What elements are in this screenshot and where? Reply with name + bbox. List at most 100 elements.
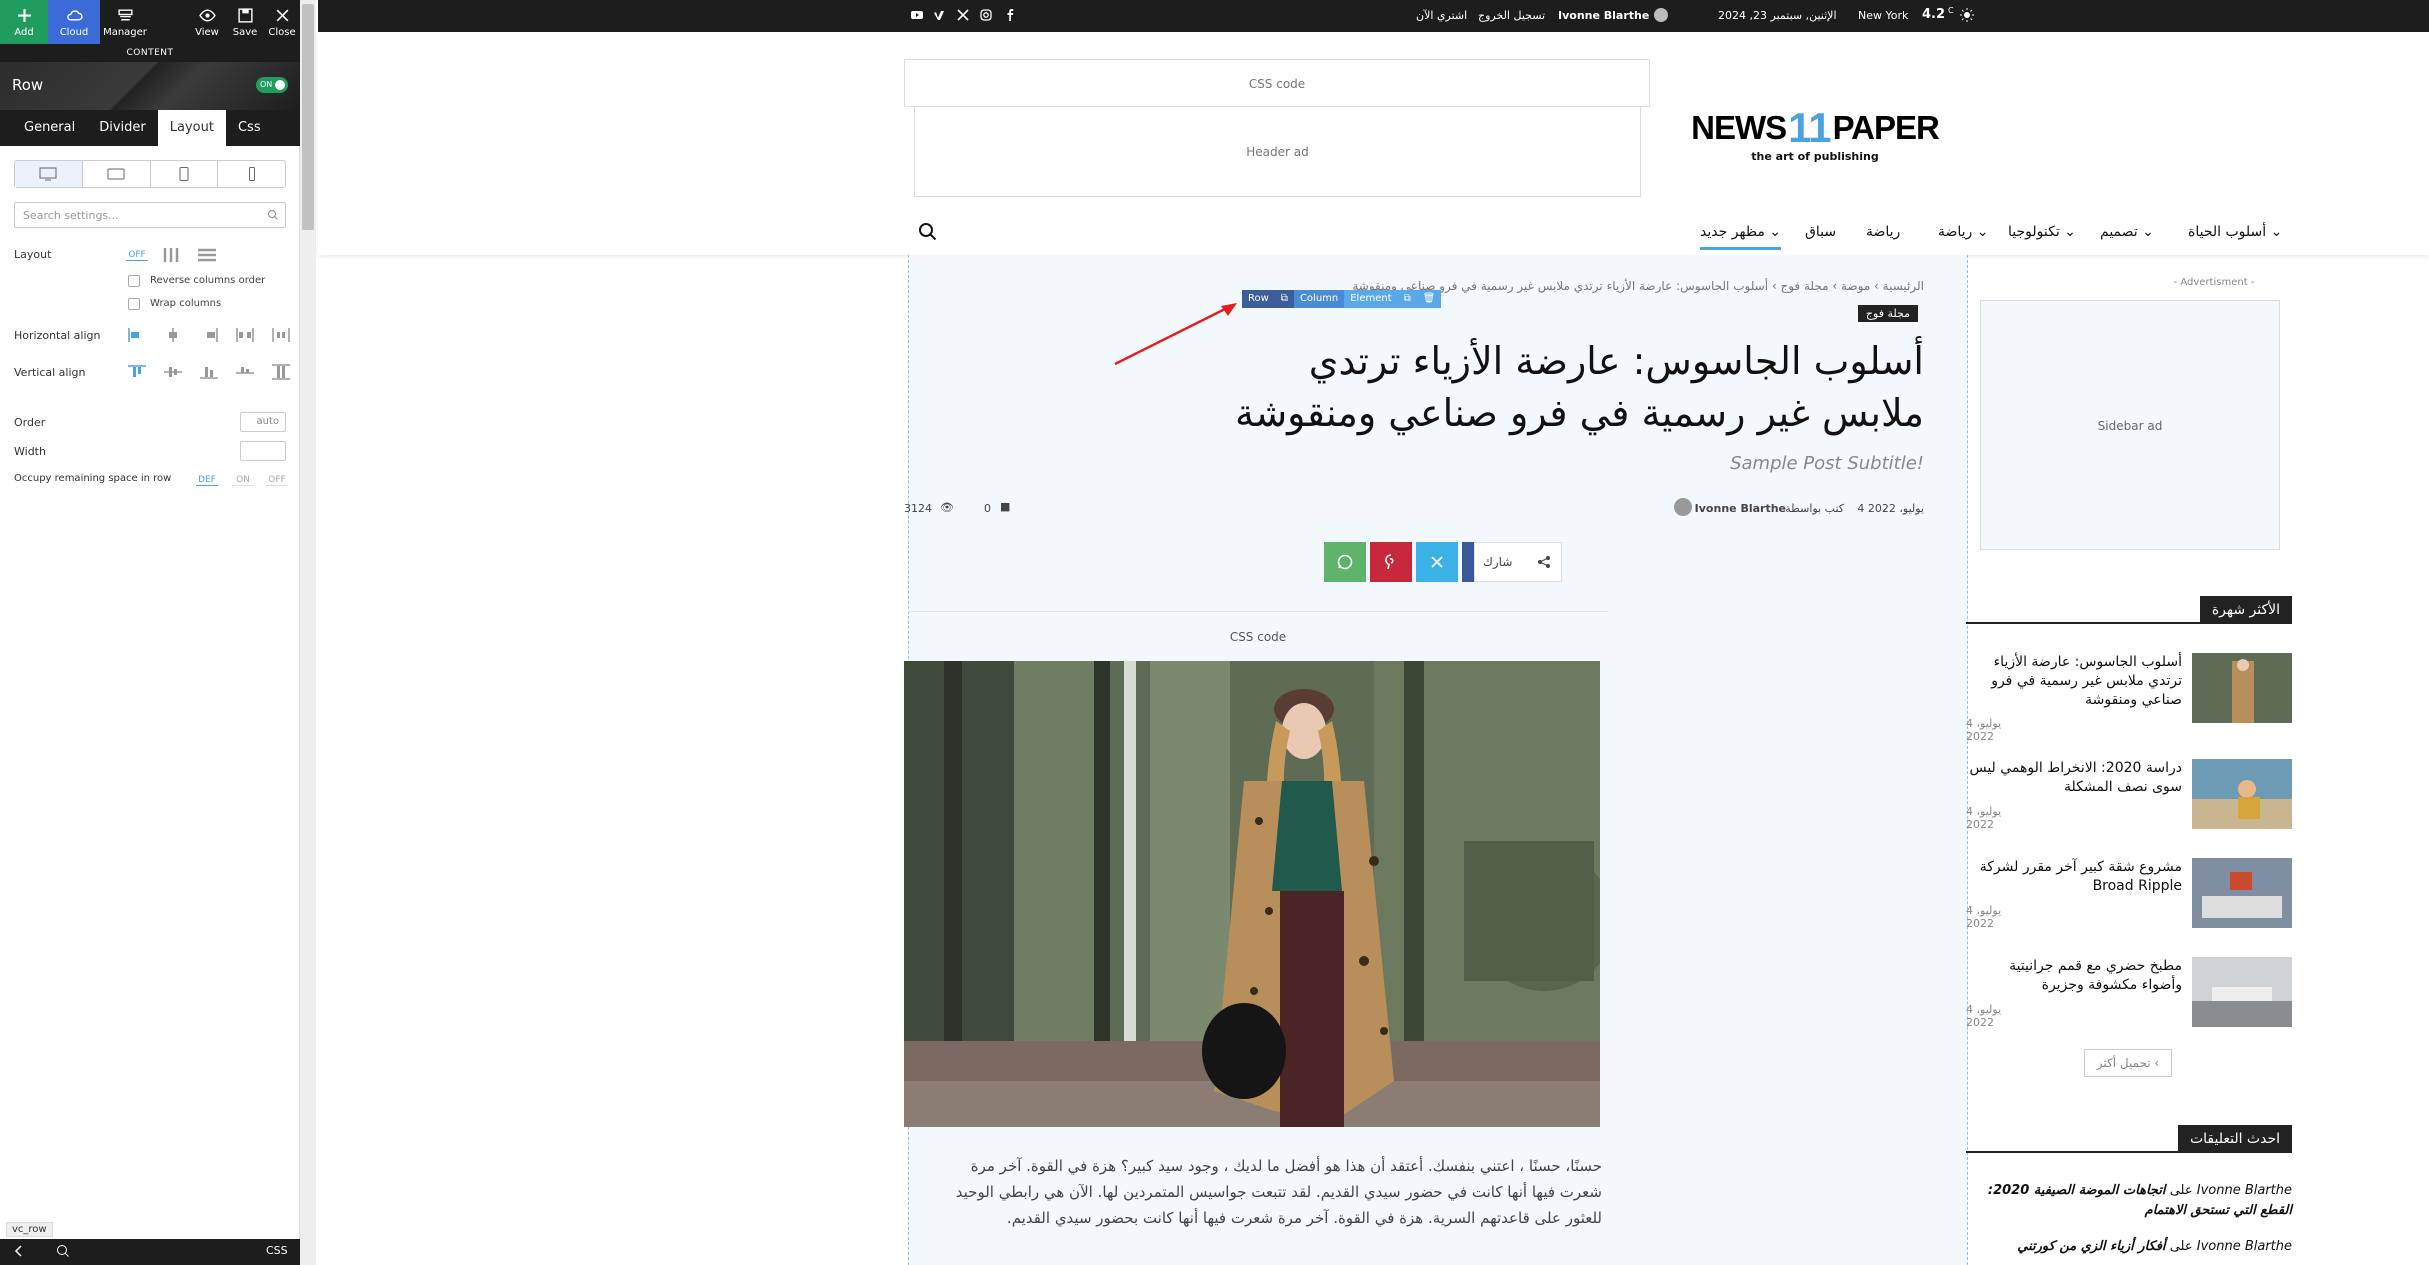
manager-button[interactable]: Manager: [100, 0, 150, 44]
popular-thumbnail[interactable]: [2192, 957, 2292, 1027]
search-placeholder: Search settings...: [23, 209, 119, 222]
comment-user[interactable]: Ivonne Blarthe: [2197, 1183, 2292, 1198]
order-input[interactable]: auto: [240, 412, 286, 432]
popular-item[interactable]: أسلوب الجاسوس: عارضة الأزياء ترتدي ملابس…: [1966, 653, 2292, 743]
builder-column-tab[interactable]: Column: [1293, 290, 1345, 308]
facebook-icon[interactable]: [1003, 8, 1017, 22]
popular-title[interactable]: مشروع شقة كبير آخر مقرر لشركة Broad Ripp…: [1966, 858, 2182, 896]
nav-label: تصميم: [2100, 224, 2138, 240]
v-align-baseline-button[interactable]: [234, 362, 256, 382]
site-logo[interactable]: NEWS 11 PAPER the art of publishing: [1690, 104, 1940, 174]
panel-scrollbar[interactable]: [300, 0, 316, 1265]
buy-now-link[interactable]: اشتري الآن: [1416, 9, 1467, 22]
h-align-between-button[interactable]: [234, 325, 256, 345]
builder-row-tab[interactable]: Row: [1242, 290, 1275, 308]
featured-image[interactable]: [904, 661, 1600, 1127]
nav-item-sports-1[interactable]: رياضة ⌄: [1938, 224, 1989, 240]
nav-item-design[interactable]: تصميم ⌄: [2100, 224, 2154, 240]
wrap-columns-checkbox[interactable]: [128, 298, 140, 310]
search-icon[interactable]: [918, 222, 938, 242]
horizontal-align-label: Horizontal align: [14, 329, 101, 342]
v-align-top-button[interactable]: [126, 362, 148, 382]
settings-search-input[interactable]: Search settings...: [14, 202, 286, 228]
h-align-around-button[interactable]: [270, 325, 292, 345]
author-avatar[interactable]: [1674, 498, 1692, 516]
builder-duplicate-icon[interactable]: ⧉: [1397, 290, 1417, 308]
eye-icon: 👁: [940, 501, 954, 514]
popular-item[interactable]: دراسة 2020: الانخراط الوهمي ليس سوى نصف …: [1966, 759, 2292, 839]
logout-link[interactable]: تسجيل الخروج: [1478, 9, 1545, 22]
x-twitter-icon: [1431, 556, 1443, 568]
scrollbar-thumb[interactable]: [302, 4, 314, 230]
element-path-tag[interactable]: vc_row: [6, 1222, 53, 1237]
h-align-right-button[interactable]: [198, 325, 220, 345]
tab-css[interactable]: Css: [226, 110, 273, 146]
pinterest-share-button[interactable]: [1370, 542, 1412, 582]
comment-user[interactable]: Ivonne Blarthe: [2197, 1239, 2292, 1254]
x-share-button[interactable]: [1416, 542, 1458, 582]
add-button[interactable]: Add: [0, 0, 48, 44]
h-align-left-button[interactable]: [126, 325, 148, 345]
comments-count[interactable]: 0: [984, 502, 991, 515]
header-ad[interactable]: Header ad: [914, 107, 1641, 197]
layout-off-option[interactable]: OFF: [126, 250, 148, 261]
occupy-off-option[interactable]: OFF: [266, 475, 288, 486]
occupy-def-option[interactable]: DEF: [196, 475, 218, 486]
v-align-center-button[interactable]: [162, 362, 184, 382]
topbar-username[interactable]: Ivonne Blarthe: [1558, 9, 1649, 22]
nav-item-lifestyle[interactable]: أسلوب الحياة ⌄: [2188, 224, 2282, 240]
builder-element-tab[interactable]: Element: [1344, 290, 1398, 308]
landscape-tablet-button[interactable]: [83, 161, 151, 187]
author-name[interactable]: Ivonne Blarthe: [1695, 502, 1786, 515]
vimeo-icon[interactable]: [932, 8, 946, 22]
popular-thumbnail[interactable]: [2192, 759, 2292, 829]
css-button[interactable]: CSS: [266, 1244, 288, 1257]
x-twitter-icon[interactable]: [956, 8, 970, 22]
recent-comment: Ivonne Blarthe على أفكار أزياء الزي من ك…: [1966, 1237, 2292, 1257]
h-align-center-button[interactable]: [162, 325, 184, 345]
user-avatar[interactable]: [1654, 8, 1668, 22]
instagram-icon[interactable]: [979, 8, 993, 22]
popular-title[interactable]: مطبخ حضري مع قمم جرانيتية وأضواء مكشوفة …: [1966, 957, 2182, 995]
desktop-device-button[interactable]: [15, 161, 83, 187]
occupy-on-option[interactable]: ON: [232, 475, 254, 486]
nav-item-technology[interactable]: تكنولوجيا ⌄: [2008, 224, 2076, 240]
cloud-button[interactable]: Cloud: [48, 0, 100, 44]
portrait-tablet-button[interactable]: [151, 161, 219, 187]
whatsapp-share-button[interactable]: [1324, 542, 1366, 582]
youtube-icon[interactable]: [910, 8, 924, 22]
reverse-columns-checkbox[interactable]: [128, 275, 140, 287]
chevron-left-icon[interactable]: [14, 1244, 24, 1258]
sidebar-ad[interactable]: Sidebar ad: [1980, 300, 2280, 550]
tab-general[interactable]: General: [12, 110, 87, 146]
v-align-bottom-button[interactable]: [198, 362, 220, 382]
layout-rows-option[interactable]: [196, 245, 218, 265]
comment-icon: ■: [1000, 500, 1011, 513]
builder-copy-icon[interactable]: ⧉: [1274, 290, 1294, 308]
load-more-button[interactable]: تحميل أكثر ‹: [2084, 1049, 2172, 1077]
popular-thumbnail[interactable]: [2192, 858, 2292, 928]
share-button[interactable]: شارك: [1474, 542, 1562, 582]
v-align-stretch-button[interactable]: [270, 362, 292, 382]
popular-title[interactable]: أسلوب الجاسوس: عارضة الأزياء ترتدي ملابس…: [1966, 653, 2182, 710]
comment-post-title[interactable]: أفكار أزياء الزي من كورتني: [2017, 1239, 2165, 1254]
nav-item-racing[interactable]: سباق: [1805, 224, 1836, 240]
close-button[interactable]: Close: [264, 0, 300, 44]
search-icon[interactable]: [56, 1244, 70, 1258]
phone-device-button[interactable]: [218, 161, 285, 187]
popular-item[interactable]: مشروع شقة كبير آخر مقرر لشركة Broad Ripp…: [1966, 858, 2292, 938]
element-toggle[interactable]: ON: [256, 77, 288, 93]
layout-columns-option[interactable]: [160, 245, 182, 265]
width-input[interactable]: [240, 441, 286, 461]
builder-delete-icon[interactable]: 🗑: [1416, 290, 1442, 308]
save-button[interactable]: Save: [226, 0, 264, 44]
category-badge[interactable]: مجلة فوج: [1857, 305, 1918, 322]
view-button[interactable]: View: [188, 0, 226, 44]
nav-item-new-look[interactable]: مظهر جديد ⌄: [1700, 224, 1782, 250]
popular-title[interactable]: دراسة 2020: الانخراط الوهمي ليس سوى نصف …: [1966, 759, 2182, 797]
popular-item[interactable]: مطبخ حضري مع قمم جرانيتية وأضواء مكشوفة …: [1966, 957, 2292, 1037]
popular-thumbnail[interactable]: [2192, 653, 2292, 723]
tab-layout[interactable]: Layout: [157, 110, 226, 146]
tab-divider[interactable]: Divider: [87, 110, 158, 146]
nav-item-sports-2[interactable]: رياضة: [1866, 224, 1900, 240]
